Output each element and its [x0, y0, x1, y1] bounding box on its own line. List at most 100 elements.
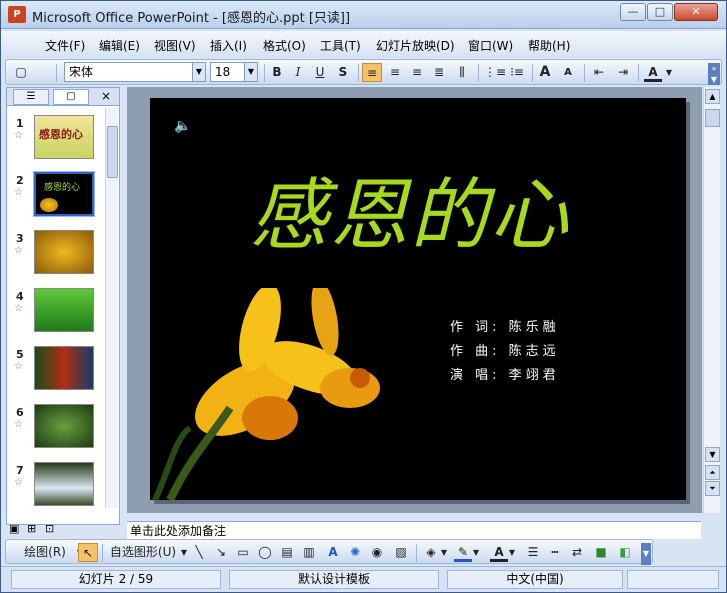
- minimize-button[interactable]: —: [620, 3, 646, 21]
- wordart-icon[interactable]: A: [324, 543, 342, 562]
- shadow-style-icon[interactable]: ■: [592, 543, 610, 562]
- slide-thumb-item[interactable]: 4 ☆: [7, 288, 107, 346]
- tab-outline[interactable]: ☰: [13, 89, 49, 105]
- align-right-button[interactable]: ≡: [408, 63, 426, 82]
- shadow-button[interactable]: S: [334, 63, 352, 82]
- rectangle-icon[interactable]: ▭: [234, 543, 252, 562]
- chevron-down-icon[interactable]: ▼: [472, 543, 480, 562]
- powerpoint-app-icon[interactable]: P: [8, 6, 26, 23]
- slide-thumbnail[interactable]: [34, 288, 94, 332]
- underline-button[interactable]: U: [311, 63, 329, 82]
- toolbar-options-icon[interactable]: » ▼: [708, 63, 720, 85]
- orchid-image[interactable]: [150, 288, 400, 500]
- slide-thumb-item[interactable]: 6 ☆: [7, 404, 107, 462]
- decrease-indent-icon[interactable]: ⇤: [590, 63, 608, 82]
- insert-picture-icon[interactable]: ▨: [392, 543, 410, 562]
- scroll-up-icon[interactable]: ▲: [705, 89, 720, 104]
- draw-menu-button[interactable]: 绘图(R): [16, 543, 74, 562]
- font-color-button[interactable]: A: [644, 63, 662, 82]
- slide-title[interactable]: 感恩的心: [250, 153, 570, 265]
- next-slide-icon[interactable]: ⏷: [705, 481, 720, 496]
- composer-line[interactable]: 作 曲: 陈志远: [450, 340, 560, 359]
- bold-button[interactable]: B: [268, 63, 286, 82]
- chevron-down-icon[interactable]: ▼: [244, 63, 257, 81]
- select-objects-icon[interactable]: ↖: [78, 543, 98, 562]
- chevron-down-icon[interactable]: ▼: [180, 543, 188, 562]
- menu-insert[interactable]: 插入(I): [210, 37, 247, 54]
- numbering-icon[interactable]: ⋮≡: [484, 63, 506, 82]
- splitter[interactable]: [121, 513, 703, 521]
- slide-thumbnail[interactable]: [34, 462, 94, 506]
- previous-slide-icon[interactable]: ⏶: [705, 465, 720, 480]
- line-icon[interactable]: ╲: [190, 543, 208, 562]
- vertical-scrollbar[interactable]: ▲ ▼ ⏶ ⏷: [703, 87, 720, 513]
- menu-view[interactable]: 视图(V): [154, 37, 196, 54]
- toolbar-options-icon[interactable]: ▼: [641, 543, 651, 565]
- fill-color-icon[interactable]: ◈: [422, 543, 440, 562]
- slide-thumbnail[interactable]: [34, 404, 94, 448]
- slide-thumb-item[interactable]: 7 ☆: [7, 462, 107, 520]
- arrow-icon[interactable]: ↘: [212, 543, 230, 562]
- justify-button[interactable]: ≣: [430, 63, 448, 82]
- notes-pane[interactable]: 单击此处添加备注: [127, 521, 701, 539]
- decrease-font-button[interactable]: A: [559, 63, 577, 82]
- menu-format[interactable]: 格式(O): [263, 37, 306, 54]
- chevron-down-icon[interactable]: ▼: [192, 63, 205, 81]
- slideshow-icon[interactable]: ⊡: [45, 522, 54, 535]
- align-center-button[interactable]: ≡: [386, 63, 404, 82]
- menu-edit[interactable]: 编辑(E): [99, 37, 140, 54]
- speaker-icon[interactable]: 🔈: [174, 118, 191, 134]
- vertical-textbox-icon[interactable]: ▥: [300, 543, 318, 562]
- scroll-down-icon[interactable]: ▼: [705, 447, 720, 462]
- font-size-combo[interactable]: 18 ▼: [210, 62, 258, 82]
- chevron-down-icon[interactable]: ▼: [440, 543, 448, 562]
- distributed-button[interactable]: ⫼: [453, 63, 471, 82]
- panel-scrollbar[interactable]: [105, 108, 118, 508]
- lyricist-line[interactable]: 作 词: 陈乐融: [450, 316, 560, 335]
- slide-thumbnail[interactable]: [34, 230, 94, 274]
- slide-thumbnail[interactable]: [34, 346, 94, 390]
- slide-sorter-icon[interactable]: ⊞: [27, 522, 36, 535]
- slide-thumb-item[interactable]: 5 ☆: [7, 346, 107, 404]
- menu-tools[interactable]: 工具(T): [320, 37, 361, 54]
- font-combo[interactable]: 宋体 ▼: [64, 62, 206, 82]
- slide-thumb-item[interactable]: 3 ☆: [7, 230, 107, 288]
- chevron-down-icon[interactable]: ▼: [508, 543, 516, 562]
- slide-thumbnail[interactable]: 感恩的心: [34, 115, 94, 159]
- diagram-icon[interactable]: ✺: [346, 543, 364, 562]
- chevron-down-icon[interactable]: ▼: [664, 63, 674, 82]
- tab-slides[interactable]: ▢: [53, 89, 89, 105]
- clipart-icon[interactable]: ◉: [368, 543, 386, 562]
- menu-slideshow[interactable]: 幻灯片放映(D): [376, 37, 455, 54]
- line-style-icon[interactable]: ☰: [524, 543, 542, 562]
- slide-thumbnail[interactable]: 感恩的心: [33, 171, 95, 217]
- normal-view-icon[interactable]: ▣: [9, 522, 19, 535]
- textbox-icon[interactable]: ▤: [278, 543, 296, 562]
- bullets-icon[interactable]: ⁝≡: [508, 63, 526, 82]
- scroll-thumb[interactable]: [705, 109, 720, 127]
- increase-indent-icon[interactable]: ⇥: [614, 63, 632, 82]
- italic-button[interactable]: I: [289, 63, 307, 82]
- 3d-style-icon[interactable]: ◧: [616, 543, 634, 562]
- current-slide[interactable]: 🔈 感恩的心 作 词: 陈乐融 作 曲: 陈志远 演 唱: 李翊君: [150, 98, 686, 500]
- slide-thumb-item-selected[interactable]: 2 ☆ 感恩的心: [7, 171, 107, 230]
- menu-file[interactable]: 文件(F): [45, 37, 85, 54]
- line-color-icon[interactable]: ✎: [454, 543, 472, 562]
- align-left-button[interactable]: ≡: [362, 63, 382, 82]
- close-window-button[interactable]: ✕: [674, 3, 718, 21]
- dash-style-icon[interactable]: ┅: [546, 543, 564, 562]
- menu-window[interactable]: 窗口(W): [468, 37, 513, 54]
- oval-icon[interactable]: ◯: [256, 543, 274, 562]
- increase-font-button[interactable]: A: [536, 63, 554, 82]
- arrow-style-icon[interactable]: ⇄: [568, 543, 586, 562]
- menu-help[interactable]: 帮助(H): [528, 37, 570, 54]
- animation-star-icon: ☆: [14, 303, 23, 314]
- maximize-button[interactable]: □: [647, 3, 673, 21]
- autoshapes-button[interactable]: 自选图形(U): [106, 543, 180, 562]
- scroll-thumb[interactable]: [107, 126, 118, 178]
- font-color-icon[interactable]: A: [490, 543, 508, 562]
- close-icon[interactable]: ×: [101, 89, 111, 103]
- singer-line[interactable]: 演 唱: 李翊君: [450, 364, 560, 383]
- slide-thumb-item[interactable]: 1 ☆ 感恩的心: [7, 115, 107, 173]
- new-document-icon[interactable]: ▢: [12, 63, 30, 82]
